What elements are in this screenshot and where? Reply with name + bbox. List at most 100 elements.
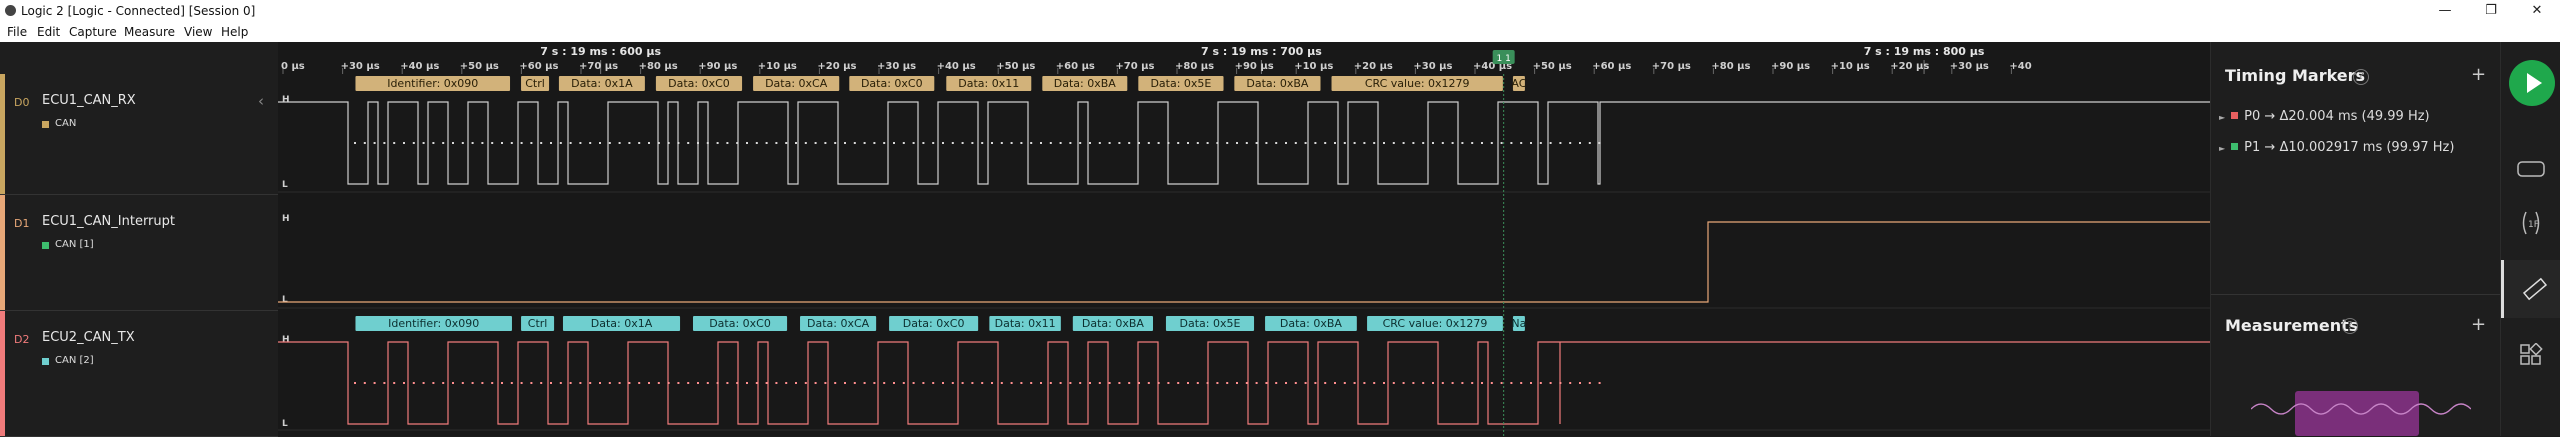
can-frame-label: Data: 0xBA <box>1246 77 1309 90</box>
maximize-button[interactable]: ❐ <box>2468 1 2514 21</box>
rx-sample-dot <box>501 142 503 144</box>
ruler-major-label: 7 s : 19 ms : 800 µs <box>1864 45 1985 58</box>
rx-sample-dot <box>589 142 592 144</box>
menu-view[interactable]: View <box>184 25 212 39</box>
rx-sample-dot <box>1196 142 1199 144</box>
channel-d0[interactable]: D0 ECU1_CAN_RX CAN <box>0 74 278 195</box>
rx-sample-dot <box>569 142 572 144</box>
tx-sample-dot <box>1255 382 1258 384</box>
rx-sample-dot <box>608 142 611 144</box>
svg-text:1F: 1F <box>2528 220 2539 230</box>
tx-sample-dot <box>1373 382 1376 384</box>
waveform-area[interactable]: H L H L H L Identifier: 0x090 Ctrl Data: 0x1A Dat… <box>278 74 2210 436</box>
rx-sample-dot <box>667 142 670 144</box>
close-button[interactable]: ✕ <box>2514 1 2560 21</box>
time-ruler[interactable]: 7 s : 19 ms : 600 µs 7 s : 19 ms : 700 µs… <box>278 42 2210 75</box>
tx-sample-dot <box>442 382 445 384</box>
rx-sample-dot <box>824 142 827 144</box>
expand-icon[interactable]: ► <box>2219 144 2225 153</box>
rx-sample-dot <box>1569 142 1572 144</box>
rx-sample-dot <box>510 142 513 144</box>
tx-sample-dot <box>1392 382 1395 384</box>
ruler-minor-label: +70 µs <box>1115 61 1154 72</box>
tx-sample-dot <box>1422 382 1425 384</box>
rx-sample-dot <box>383 142 386 144</box>
tx-sample-dot <box>520 382 523 384</box>
arrow-icon: → <box>2260 109 2280 124</box>
play-icon[interactable] <box>2509 60 2555 106</box>
can-frame-label: Data: 0x5E <box>1150 77 1211 90</box>
tx-sample-dot <box>1500 382 1503 384</box>
minimize-button[interactable]: — <box>2422 1 2468 21</box>
tx-sample-dot <box>354 382 356 384</box>
rx-sample-dot <box>697 142 699 144</box>
rx-sample-dot <box>1226 142 1229 144</box>
rx-sample-dot <box>1559 142 1562 144</box>
tx-sample-dot <box>677 382 680 384</box>
can-frame-label: Data: 0xC0 <box>861 77 923 90</box>
menu-file[interactable]: File <box>7 25 27 39</box>
timing-marker-p1[interactable]: ► P1 → Δ10.002917 ms (99.97 Hz) <box>2219 140 2454 155</box>
rx-sample-dot <box>452 142 454 144</box>
timing-markers-help-icon[interactable]: ? <box>2353 69 2369 85</box>
tx-sample-dot <box>1294 382 1297 384</box>
channel-color-strip <box>0 311 5 436</box>
ruler-minor-label: +40 µs <box>400 61 439 72</box>
tx-sample-dot <box>1412 382 1415 384</box>
timing-marker-p0[interactable]: ► P0 → Δ20.004 ms (49.99 Hz) <box>2219 109 2430 124</box>
tx-sample-dot <box>599 382 601 384</box>
analyzer-icon[interactable] <box>2501 144 2560 194</box>
tx-sample-dot <box>1569 382 1572 384</box>
tx-sample-dot <box>1167 382 1170 384</box>
channel-name[interactable]: ECU1_CAN_Interrupt <box>42 214 175 229</box>
rx-sample-dot <box>1579 142 1581 144</box>
menu-help[interactable]: Help <box>221 25 248 39</box>
channel-d1[interactable]: D1 ECU1_CAN_Interrupt CAN [1] <box>0 195 278 311</box>
expand-icon[interactable]: ► <box>2219 113 2225 122</box>
channel-name[interactable]: ECU1_CAN_RX <box>42 93 136 108</box>
trigger-icon[interactable]: 1F <box>2501 198 2560 248</box>
level-low-label: L <box>282 419 288 429</box>
arrow-icon: → <box>2260 140 2280 155</box>
level-high-label: H <box>282 95 290 105</box>
ruler-icon[interactable] <box>2501 260 2560 318</box>
channel-d2[interactable]: D2 ECU2_CAN_TX CAN [2] <box>0 311 278 437</box>
tx-sample-dot <box>706 382 709 384</box>
can-frame-label: Data: 0xCA <box>807 317 870 330</box>
rx-sample-dot <box>471 142 474 144</box>
channel-label-panel: ‹ D0 ECU1_CAN_RX CAN D1 ECU1_CAN_Interru… <box>0 42 278 437</box>
rx-sample-dot <box>912 142 915 144</box>
rx-sample-dot <box>1412 142 1415 144</box>
menu-measure[interactable]: Measure <box>124 25 175 39</box>
ruler-major-label: 7 s : 19 ms : 700 µs <box>1201 45 1322 58</box>
rx-sample-dot <box>432 142 435 144</box>
ruler-minor-label: +60 µs <box>519 61 558 72</box>
tx-sample-dot <box>1059 382 1062 384</box>
measurements-help-icon[interactable]: ? <box>2342 318 2358 334</box>
can-frame-label: CRC value: 0x1279 <box>1383 317 1488 330</box>
extensions-icon[interactable] <box>2501 330 2560 380</box>
rx-sample-dot <box>461 142 464 144</box>
tx-sample-dot <box>1216 382 1219 384</box>
add-measurement-icon[interactable]: + <box>2471 314 2486 335</box>
menu-capture[interactable]: Capture <box>69 25 117 39</box>
rx-sample-dot <box>1334 142 1336 144</box>
rx-sample-dot <box>442 142 445 144</box>
rx-sample-dot <box>1177 142 1180 144</box>
add-timing-marker-icon[interactable]: + <box>2471 64 2486 85</box>
tx-sample-dot <box>1343 382 1346 384</box>
tx-sample-dot <box>1324 382 1327 384</box>
measurements-title: Measurements <box>2225 316 2359 335</box>
rx-sample-dot <box>1481 142 1483 144</box>
rx-sample-dot <box>373 142 376 144</box>
analyzer-color-icon <box>42 358 49 365</box>
tx-sample-dot <box>461 382 464 384</box>
menu-edit[interactable]: Edit <box>37 25 60 39</box>
rx-sample-dot <box>981 142 984 144</box>
channel-name[interactable]: ECU2_CAN_TX <box>42 330 135 345</box>
can-frame-label: AC <box>1511 77 1526 90</box>
ruler-minor-label: +50 µs <box>460 61 499 72</box>
tx-sample-dot <box>393 382 396 384</box>
rx-sample-dot <box>736 142 739 144</box>
timing-marker-badge-label: 1 1 <box>1496 54 1510 64</box>
